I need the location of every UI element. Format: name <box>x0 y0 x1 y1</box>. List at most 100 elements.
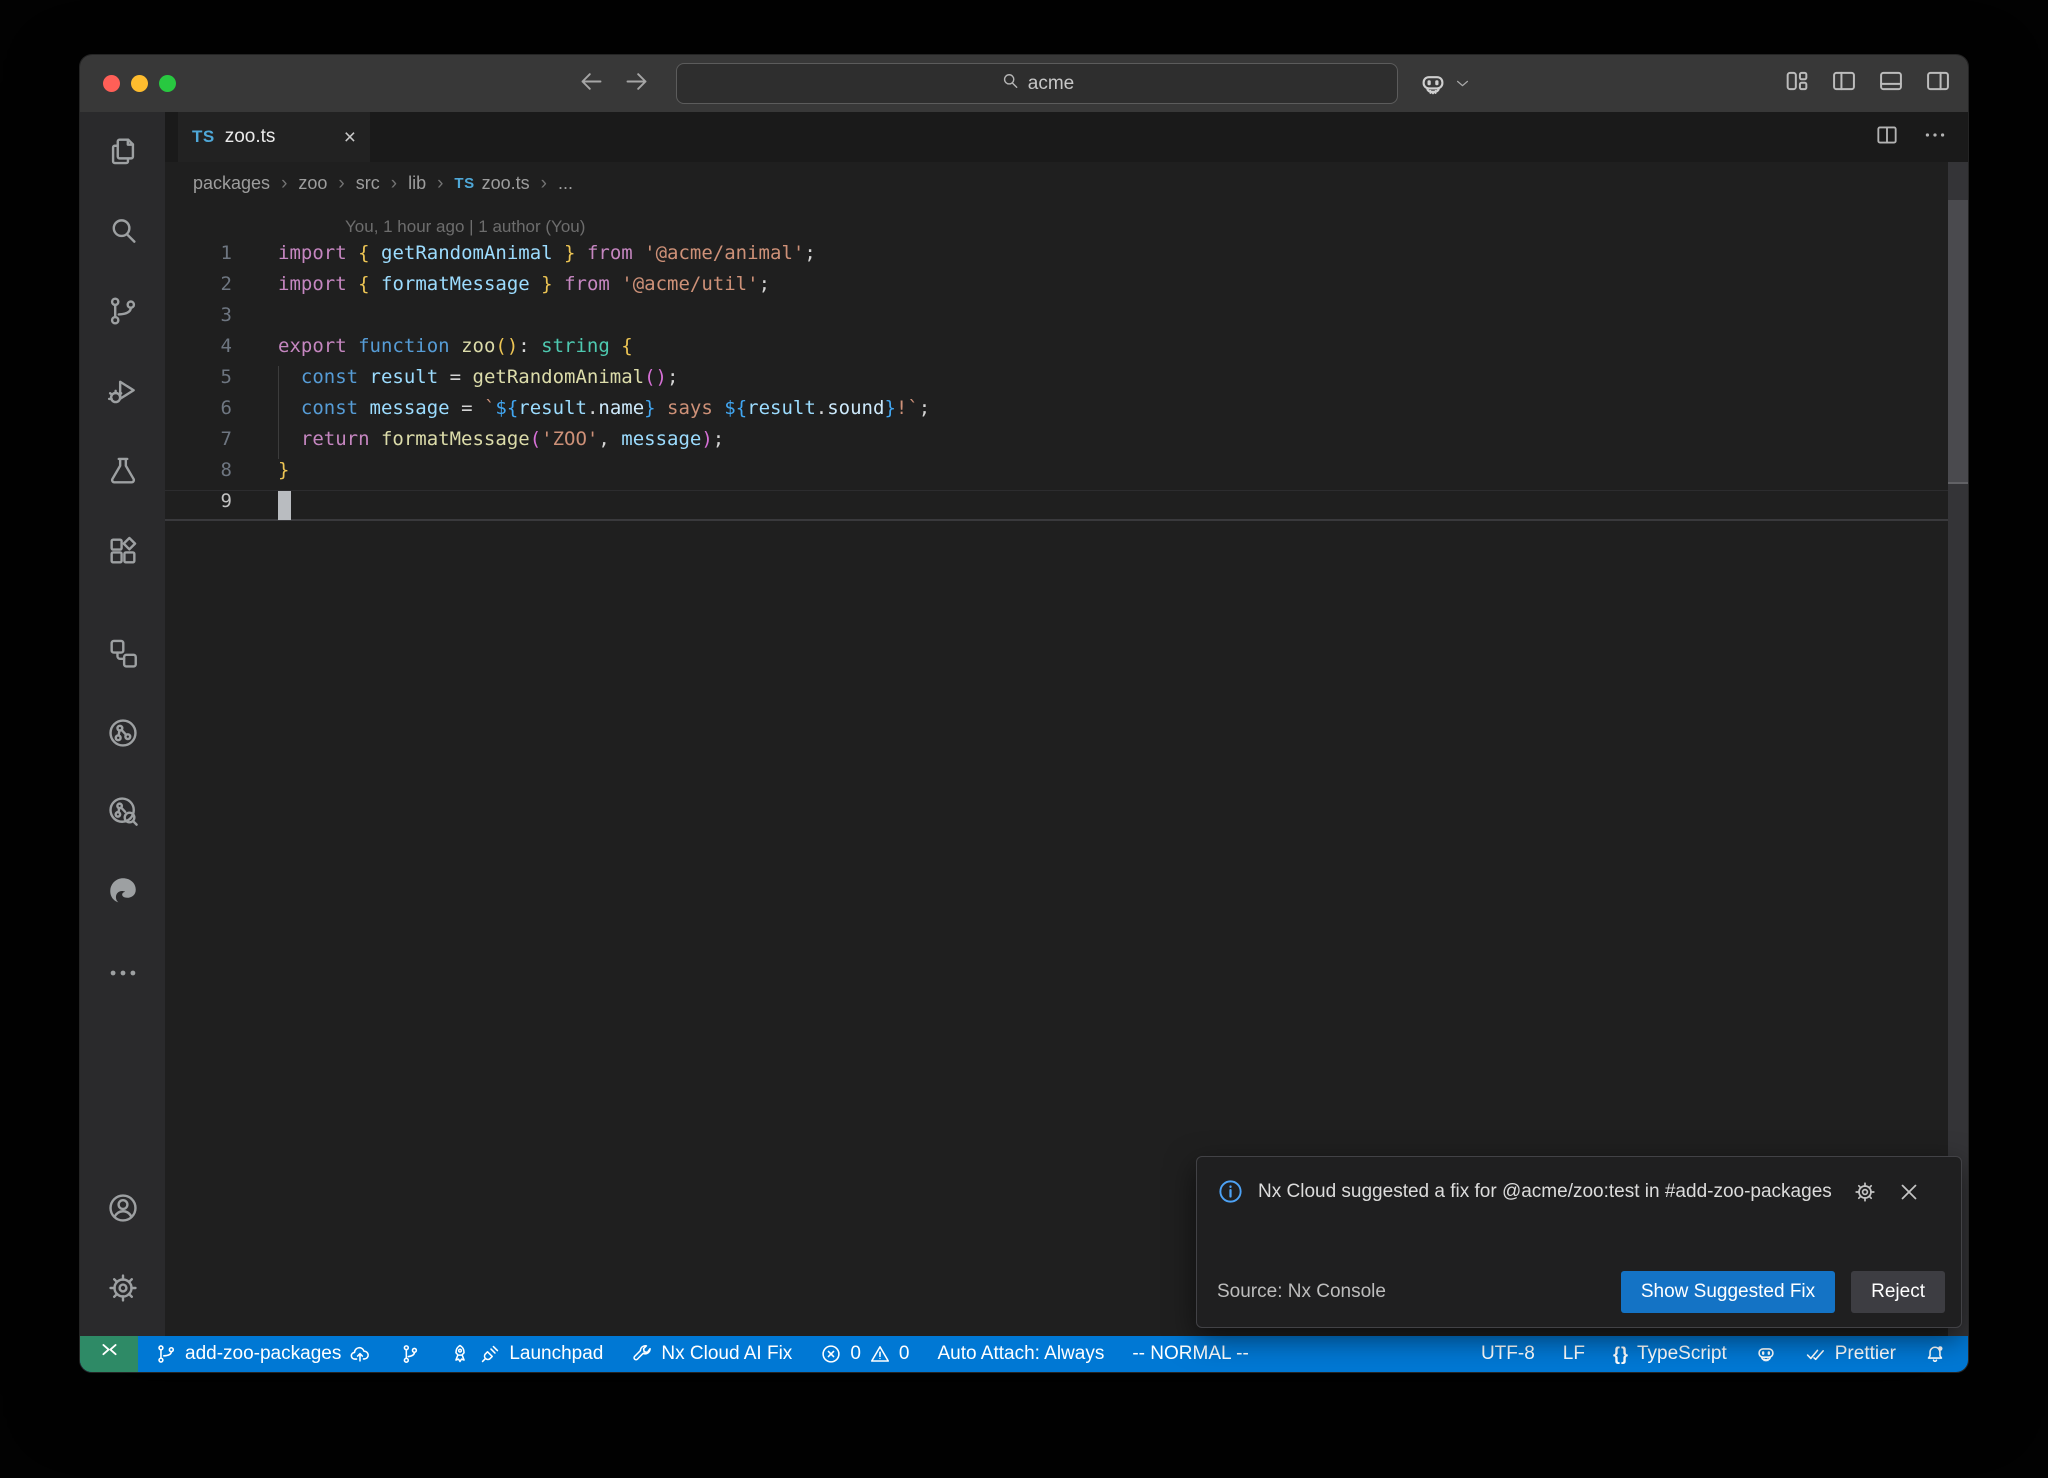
wrench-icon <box>631 1343 653 1365</box>
nx-cloud-ai-fix-status[interactable]: Nx Cloud AI Fix <box>631 1343 792 1365</box>
remote-icon <box>99 1341 120 1368</box>
activity-bar-item-nx-console[interactable] <box>104 716 142 754</box>
settings-gear-icon <box>106 1271 140 1310</box>
activity-bar-item-extensions[interactable] <box>104 534 142 572</box>
minimize-window-button[interactable] <box>131 75 148 92</box>
toggle-panel-button[interactable] <box>1877 67 1905 100</box>
activity-bar-item-run-and-debug[interactable] <box>104 374 142 412</box>
code-line-6: 6 const message = `${result.name} says $… <box>165 397 1948 428</box>
command-center-search[interactable]: acme <box>676 63 1398 104</box>
line-number: 4 <box>165 335 232 366</box>
remote-indicator[interactable] <box>80 1336 138 1372</box>
line-number: 6 <box>165 397 232 428</box>
status-label: TypeScript <box>1637 1343 1727 1365</box>
scm-graph-status[interactable] <box>399 1343 421 1365</box>
activity-bar-item-testing[interactable] <box>104 454 142 492</box>
breadcrumb-item-src[interactable]: src <box>356 173 380 194</box>
breadcrumb-label: ... <box>558 173 573 194</box>
breadcrumb-item-lib[interactable]: lib <box>408 173 426 194</box>
toggle-secondary-sidebar-button[interactable] <box>1924 67 1952 100</box>
formatter-status[interactable]: Prettier <box>1805 1343 1896 1365</box>
launchpad-status[interactable]: Launchpad <box>449 1343 603 1365</box>
activity-bar-item-source-control[interactable] <box>104 294 142 332</box>
activity-bar-item-edge-browser[interactable] <box>104 874 142 912</box>
status-label: Launchpad <box>509 1343 603 1365</box>
close-window-button[interactable] <box>103 75 120 92</box>
toggle-primary-sidebar-button[interactable] <box>1830 67 1858 100</box>
breadcrumb-item-zoo[interactable]: zoo <box>298 173 327 194</box>
reject-button[interactable]: Reject <box>1851 1271 1945 1313</box>
typescript-file-icon: TS <box>454 175 474 192</box>
files-icon <box>106 134 140 173</box>
edge-icon <box>106 874 140 913</box>
zoom-window-button[interactable] <box>159 75 176 92</box>
customize-layout-button[interactable] <box>1783 67 1811 100</box>
notification-toast: Nx Cloud suggested a fix for @acme/zoo:t… <box>1196 1156 1962 1328</box>
notification-source: Source: Nx Console <box>1217 1281 1386 1303</box>
breadcrumb-item--[interactable]: ... <box>558 173 573 194</box>
copilot-status[interactable] <box>1755 1343 1777 1365</box>
activity-bar-item-settings[interactable] <box>104 1271 142 1309</box>
eol-status[interactable]: LF <box>1563 1343 1585 1365</box>
activity-bar <box>80 112 165 1336</box>
activity-bar-item-accounts[interactable] <box>104 1191 142 1229</box>
breadcrumb-label: src <box>356 173 380 194</box>
activity-bar-item-nx-cloud[interactable] <box>104 794 142 832</box>
status-label: 0 <box>899 1343 910 1365</box>
notifications-bell[interactable] <box>1924 1343 1946 1365</box>
show-suggested-fix-button[interactable]: Show Suggested Fix <box>1621 1271 1835 1313</box>
code-text: import { getRandomAnimal } from '@acme/a… <box>278 242 816 273</box>
activity-bar-item-nx-workspace[interactable] <box>104 636 142 674</box>
vim-mode-status[interactable]: -- NORMAL -- <box>1132 1343 1248 1365</box>
split-editor-button[interactable] <box>1874 122 1900 153</box>
copilot-menu-button[interactable] <box>1418 55 1471 112</box>
status-label: Nx Cloud AI Fix <box>661 1343 792 1365</box>
ellipsis-icon <box>106 956 140 995</box>
braces-icon: {} <box>1613 1344 1629 1365</box>
nx-workspace-icon <box>106 636 140 675</box>
breadcrumb-label: zoo.ts <box>482 173 530 194</box>
notification-settings-gear-icon[interactable] <box>1853 1180 1877 1209</box>
scrollbar-thumb[interactable] <box>1948 200 1968 484</box>
activity-bar-item-more-views[interactable] <box>104 956 142 994</box>
warning-icon <box>869 1343 891 1365</box>
code-text: import { formatMessage } from '@acme/uti… <box>278 273 770 304</box>
status-label: UTF-8 <box>1481 1343 1535 1365</box>
line-number: 3 <box>165 304 232 335</box>
activity-bar-item-search[interactable] <box>104 214 142 252</box>
breadcrumb: packages›zoo›src›lib›TSzoo.ts›... <box>165 162 1968 205</box>
breadcrumb-label: packages <box>193 173 270 194</box>
auto-attach-status[interactable]: Auto Attach: Always <box>937 1343 1104 1365</box>
navigate-forward-button[interactable] <box>623 68 650 100</box>
cloud-upload-icon <box>349 1343 371 1365</box>
notification-close-icon[interactable] <box>1897 1180 1921 1209</box>
notification-message: Nx Cloud suggested a fix for @acme/zoo:t… <box>1258 1173 1843 1210</box>
activity-bar-item-explorer[interactable] <box>104 134 142 172</box>
tab-zoo-ts[interactable]: TS zoo.ts × <box>178 112 370 162</box>
rocket-icon <box>449 1343 471 1365</box>
code-line-7: 7 return formatMessage('ZOO', message); <box>165 428 1948 459</box>
line-number: 7 <box>165 428 232 459</box>
editor-more-actions-button[interactable] <box>1922 122 1948 153</box>
tab-label: zoo.ts <box>225 126 276 148</box>
git-branch-status[interactable]: add-zoo-packages <box>155 1343 371 1365</box>
problems-status[interactable]: 00 <box>820 1343 909 1365</box>
plug-icon <box>479 1343 501 1365</box>
git-branch-icon <box>155 1343 177 1365</box>
check-double-icon <box>1805 1343 1827 1365</box>
bell-dot-icon <box>1924 1343 1946 1365</box>
close-tab-icon[interactable]: × <box>344 127 356 148</box>
encoding-status[interactable]: UTF-8 <box>1481 1343 1535 1365</box>
breadcrumb-item-packages[interactable]: packages <box>193 173 270 194</box>
status-label: add-zoo-packages <box>185 1343 341 1365</box>
breadcrumb-item-zoo-ts[interactable]: TS zoo.ts <box>454 173 529 194</box>
extensions-icon <box>106 534 140 573</box>
nx-cloud-icon <box>106 794 140 833</box>
code-text: const message = `${result.name} says ${r… <box>278 397 930 428</box>
vscode-window: acme TS zoo.ts × <box>80 55 1968 1372</box>
breadcrumb-label: lib <box>408 173 426 194</box>
code-line-5: 5 const result = getRandomAnimal(); <box>165 366 1948 397</box>
code-editor[interactable]: You, 1 hour ago | 1 author (You)1import … <box>165 211 1948 521</box>
language-status[interactable]: {} TypeScript <box>1613 1343 1727 1365</box>
navigate-back-button[interactable] <box>578 68 605 100</box>
